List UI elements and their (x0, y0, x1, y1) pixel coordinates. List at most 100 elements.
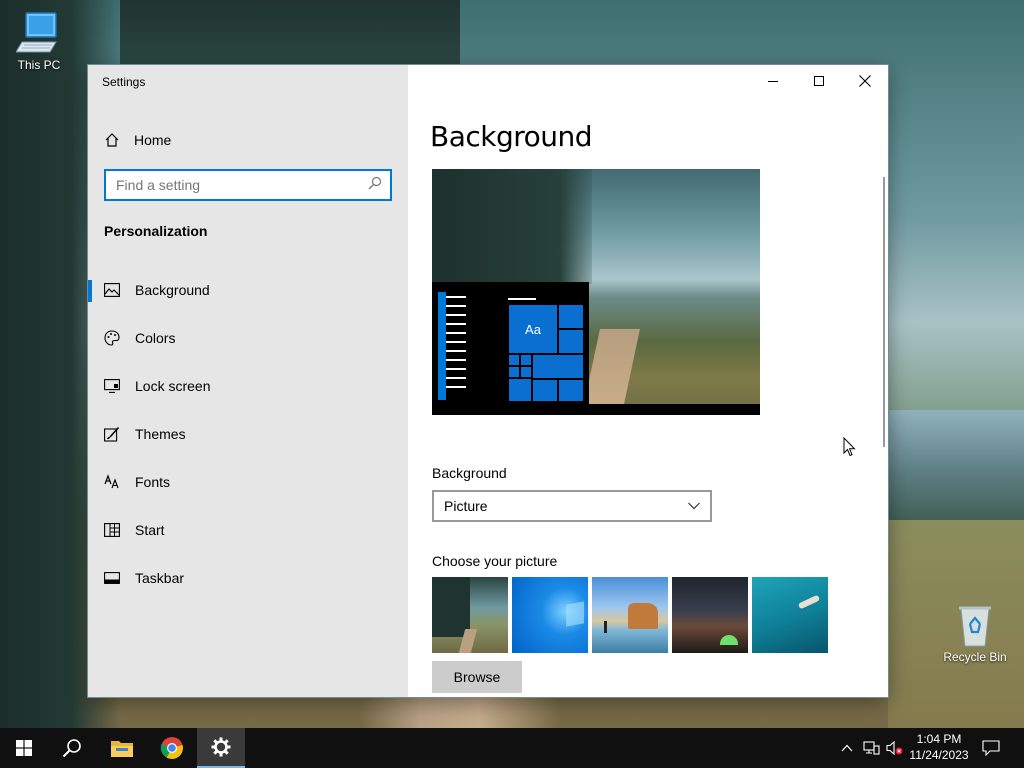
maximize-icon (814, 76, 824, 86)
sidebar-item-label: Lock screen (135, 378, 211, 394)
search-input[interactable] (116, 177, 368, 193)
clock-date: 11/24/2023 (909, 748, 969, 762)
mouse-cursor-icon (843, 437, 856, 457)
sidebar-item-label: Fonts (135, 474, 171, 490)
preview-tile (508, 378, 532, 402)
palette-icon (104, 330, 120, 346)
thumbnail-windows-blue[interactable] (512, 577, 588, 653)
thumbnail-underwater-swimmer[interactable] (752, 577, 828, 653)
sidebar-nav: Background Colors Lock screen Themes Fon… (88, 266, 408, 602)
preview-tile (558, 304, 584, 329)
network-icon (863, 741, 880, 755)
sidebar-item-label: Start (135, 522, 165, 538)
sidebar-item-taskbar[interactable]: Taskbar (88, 554, 408, 602)
desktop-icon-recycle-bin[interactable]: Recycle Bin (938, 602, 1012, 664)
preview-tile (558, 379, 584, 402)
volume-button[interactable] (886, 739, 904, 757)
preview-tile (532, 379, 558, 402)
close-button[interactable] (842, 65, 888, 97)
minimize-button[interactable] (750, 65, 796, 97)
sidebar-item-themes[interactable]: Themes (88, 410, 408, 458)
sidebar-item-colors[interactable]: Colors (88, 314, 408, 362)
taskbar-clock[interactable]: 1:04 PM 11/24/2023 (906, 731, 972, 763)
picture-icon (104, 282, 120, 298)
volume-muted-icon (886, 740, 903, 756)
sidebar-item-label: Colors (135, 330, 176, 346)
preview-start-menu: Aa (432, 282, 589, 404)
lock-screen-icon (104, 378, 120, 394)
brush-icon (104, 426, 120, 442)
sidebar-item-label: Background (135, 282, 210, 298)
preview-taskbar (432, 404, 760, 415)
search-box[interactable] (104, 169, 392, 201)
sidebar-item-start[interactable]: Start (88, 506, 408, 554)
chrome-button[interactable] (148, 728, 196, 768)
gear-icon (211, 737, 231, 757)
maximize-button[interactable] (796, 65, 842, 97)
preview-tile-aa: Aa (508, 304, 558, 354)
search-button[interactable] (48, 728, 96, 768)
taskbar-icon (104, 570, 120, 586)
content-scrollbar[interactable] (883, 177, 885, 447)
window-title: Settings (102, 75, 146, 89)
folder-icon (111, 741, 133, 757)
thumbnail-beach-rocks[interactable] (592, 577, 668, 653)
thumbnail-forest-road[interactable] (432, 577, 508, 653)
preview-tile (532, 354, 584, 379)
desktop-wallpaper-treetops (120, 0, 460, 70)
file-explorer-button[interactable] (98, 728, 146, 768)
settings-content: Background Aa Background Picture Choose … (408, 65, 888, 697)
preview-tile (520, 354, 532, 366)
settings-sidebar: Settings Home Personalization Background (88, 65, 408, 697)
picture-thumbnails (432, 577, 828, 653)
close-icon (859, 75, 871, 87)
desktop-icon-label: Recycle Bin (943, 650, 1007, 664)
minimize-icon (768, 81, 778, 82)
sidebar-item-background[interactable]: Background (88, 266, 408, 314)
browse-button[interactable]: Browse (432, 661, 522, 693)
font-icon (104, 474, 120, 490)
search-icon (62, 739, 81, 758)
show-hidden-icons-button[interactable] (838, 739, 856, 757)
sidebar-item-fonts[interactable]: Fonts (88, 458, 408, 506)
home-icon (104, 132, 120, 148)
sidebar-item-label: Taskbar (135, 570, 185, 586)
sidebar-item-lock-screen[interactable]: Lock screen (88, 362, 408, 410)
recycle-bin-icon (959, 606, 991, 647)
taskbar: 1:04 PM 11/24/2023 (0, 728, 1024, 768)
windows-logo-icon (16, 740, 32, 756)
background-select[interactable]: Picture (432, 490, 712, 522)
network-button[interactable] (862, 739, 880, 757)
preview-tile (520, 366, 532, 378)
preview-path (584, 329, 640, 404)
preview-tile (508, 354, 520, 366)
action-center-button[interactable] (982, 739, 1000, 757)
chevron-up-icon (841, 744, 853, 752)
thumbnail-night-sky-tent[interactable] (672, 577, 748, 653)
preview-trees (432, 169, 592, 284)
desktop-icon-this-pc[interactable]: This PC (2, 10, 76, 72)
preview-tiles: Aa (508, 304, 584, 402)
sidebar-item-label: Themes (135, 426, 186, 442)
chevron-down-icon (688, 502, 700, 510)
chrome-icon (160, 737, 183, 759)
desktop-wallpaper-road (360, 697, 560, 728)
settings-window: Settings Home Personalization Background (88, 65, 888, 697)
desktop-wallpaper-mountains (888, 410, 1024, 530)
start-button[interactable] (0, 728, 48, 768)
section-heading: Personalization (104, 223, 208, 239)
nav-home[interactable]: Home (104, 129, 171, 151)
nav-home-label: Home (134, 132, 172, 148)
preview-tile (508, 366, 520, 378)
preview-app-list (438, 296, 468, 395)
preview-tile (558, 329, 584, 354)
settings-button[interactable] (197, 728, 245, 768)
clock-time: 1:04 PM (916, 732, 962, 746)
background-select-value: Picture (444, 498, 488, 514)
start-icon (104, 522, 120, 538)
search-icon[interactable] (368, 176, 382, 195)
notification-icon (982, 740, 1000, 756)
background-label: Background (432, 465, 507, 481)
preview-tile-header (508, 298, 536, 300)
desktop-icon-label: This PC (17, 58, 61, 72)
